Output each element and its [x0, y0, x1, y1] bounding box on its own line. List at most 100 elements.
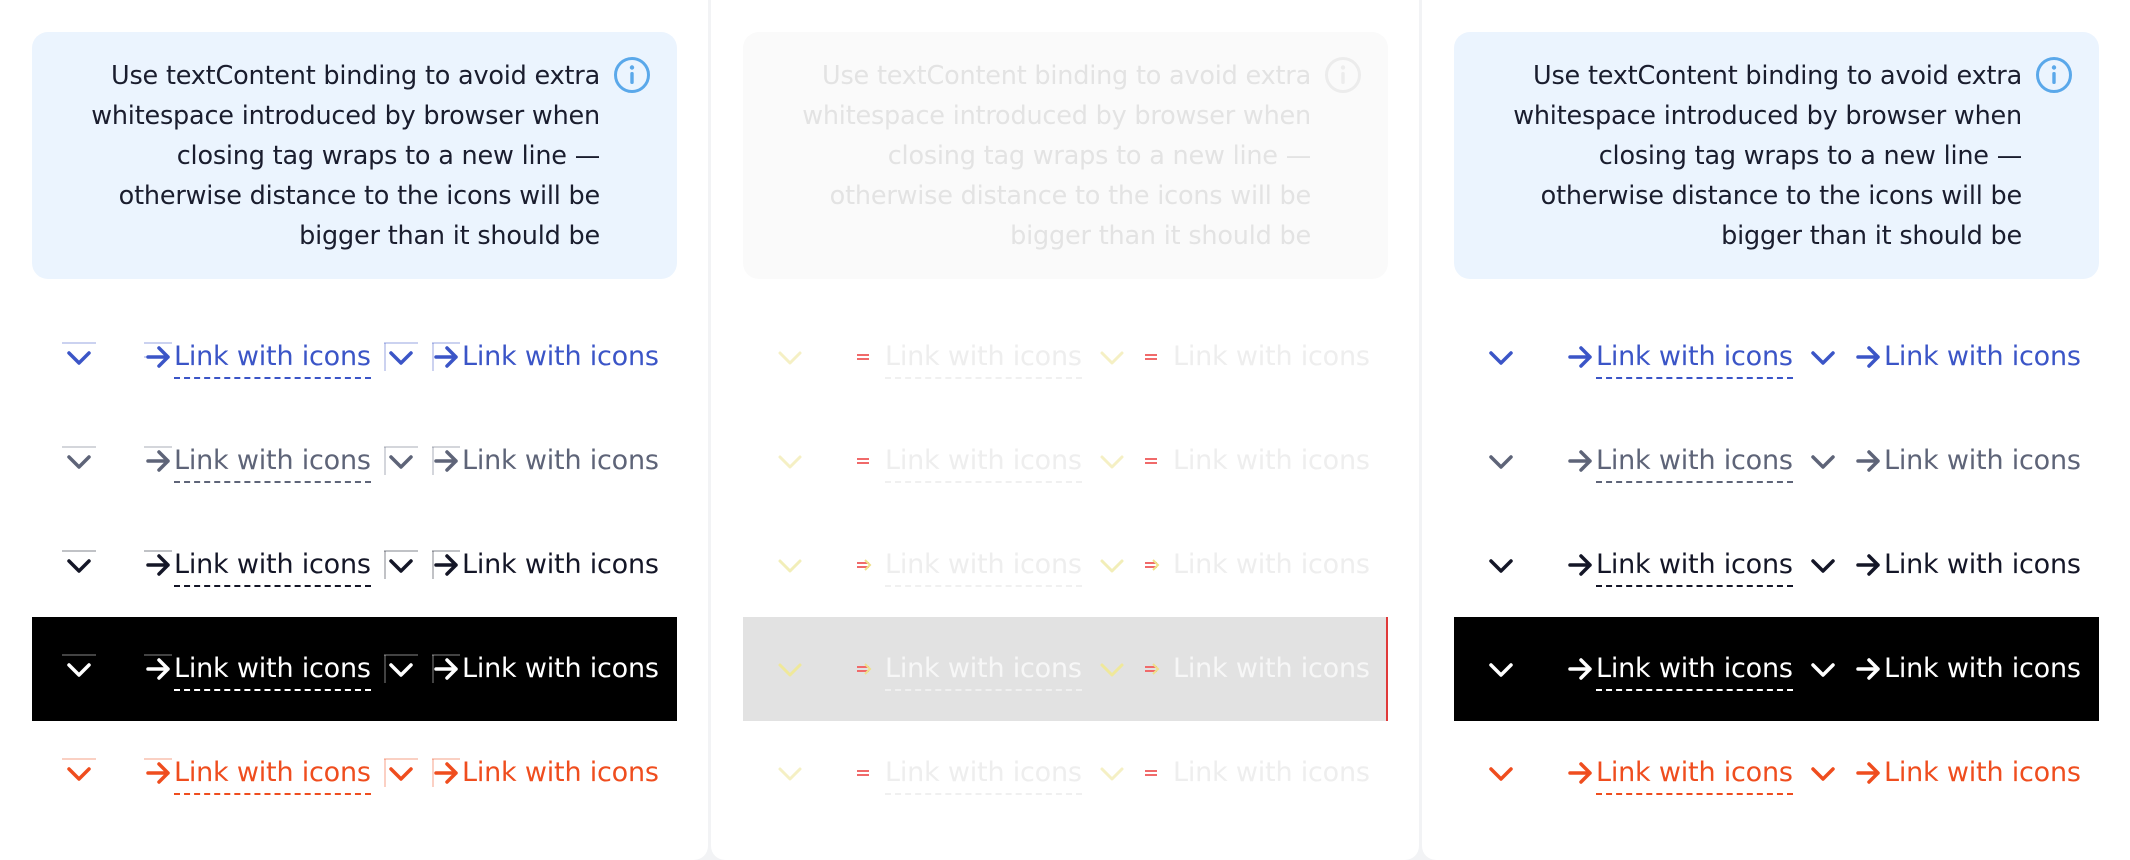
arrow-right-icon: [857, 559, 872, 571]
link-label[interactable]: Link with icons: [462, 543, 659, 587]
link-row-inverted: Link with icons Link with icons: [1454, 617, 2099, 721]
notice-text: Use textContent binding to avoid extra w…: [1513, 61, 2022, 251]
panel-3: Use textContent binding to avoid extra w…: [1422, 0, 2130, 860]
chevron-down-icon: [1489, 767, 1513, 781]
chevron-down-icon: [1489, 663, 1513, 677]
link-label[interactable]: Link with icons: [1173, 335, 1370, 379]
link-row-faded-highlight: Link with icons Link with icons: [743, 617, 1388, 721]
link-row-faded: Link with icons Link with icons: [743, 409, 1388, 513]
chevron-down-icon: [1811, 351, 1835, 365]
chevron-down-icon: [62, 550, 96, 573]
chevron-down-icon: [778, 559, 802, 573]
link-label[interactable]: Link with icons: [174, 753, 371, 795]
link-label[interactable]: Link with icons: [1884, 543, 2081, 587]
arrow-right-icon: [1145, 354, 1157, 360]
chevron-down-icon: [1100, 663, 1124, 677]
link-label[interactable]: Link with icons: [1884, 751, 2081, 795]
chevron-down-icon: [778, 351, 802, 365]
notice-text: Use textContent binding to avoid extra w…: [802, 61, 1311, 251]
chevron-down-icon: [1489, 351, 1513, 365]
link-label[interactable]: Link with icons: [885, 441, 1082, 483]
chevron-down-icon: [62, 654, 96, 677]
link-label[interactable]: Link with icons: [1596, 545, 1793, 587]
link-label[interactable]: Link with icons: [1596, 441, 1793, 483]
arrow-right-icon: [432, 758, 460, 787]
notice-text: Use textContent binding to avoid extra w…: [91, 61, 600, 251]
chevron-down-icon: [778, 767, 802, 781]
chevron-down-icon: [1100, 351, 1124, 365]
arrow-right-icon: [1568, 554, 1592, 576]
chevron-down-icon: [384, 446, 418, 475]
link-label[interactable]: Link with icons: [174, 545, 371, 587]
arrow-right-icon: [144, 342, 172, 368]
link-label[interactable]: Link with icons: [1173, 647, 1370, 691]
arrow-right-icon: [1856, 554, 1880, 576]
link-label[interactable]: Link with icons: [1173, 439, 1370, 483]
link-label[interactable]: Link with icons: [174, 441, 371, 483]
link-label[interactable]: Link with icons: [1884, 335, 2081, 379]
arrow-right-icon: [1568, 762, 1592, 784]
arrow-right-icon: [1856, 658, 1880, 680]
arrow-right-icon: [857, 354, 869, 360]
arrow-right-icon: [144, 758, 172, 784]
chevron-down-icon: [1811, 663, 1835, 677]
chevron-down-icon: [1100, 455, 1124, 469]
chevron-down-icon: [384, 758, 418, 787]
info-icon: [1325, 57, 1361, 93]
link-label[interactable]: Link with icons: [885, 753, 1082, 795]
link-label[interactable]: Link with icons: [462, 647, 659, 691]
link-label[interactable]: Link with icons: [885, 649, 1082, 691]
link-label[interactable]: Link with icons: [1173, 543, 1370, 587]
chevron-down-icon: [1811, 767, 1835, 781]
link-label[interactable]: Link with icons: [174, 649, 371, 691]
arrow-right-icon: [1856, 346, 1880, 368]
chevron-down-icon: [1811, 559, 1835, 573]
link-row-inverted: Link with icons Link with icons: [32, 617, 677, 721]
link-label[interactable]: Link with icons: [1884, 647, 2081, 691]
chevron-down-icon: [62, 342, 96, 365]
link-row-orange: Link with icons Link with icons: [1454, 721, 2099, 825]
chevron-down-icon: [1489, 559, 1513, 573]
arrow-right-icon: [432, 550, 460, 579]
chevron-down-icon: [1489, 455, 1513, 469]
link-label[interactable]: Link with icons: [1596, 337, 1793, 379]
chevron-down-icon: [62, 446, 96, 469]
arrow-right-icon: [144, 446, 172, 472]
link-label[interactable]: Link with icons: [462, 751, 659, 795]
arrow-right-icon: [1145, 770, 1157, 776]
arrow-right-icon: [144, 550, 172, 576]
link-label[interactable]: Link with icons: [1173, 751, 1370, 795]
arrow-right-icon: [1145, 458, 1157, 464]
link-row-dark: Link with icons Link with icons: [32, 513, 677, 617]
chevron-down-icon: [384, 654, 418, 683]
arrow-right-icon: [1568, 346, 1592, 368]
arrow-right-icon: [1568, 658, 1592, 680]
panel-1: Use textContent binding to avoid extra w…: [0, 0, 708, 860]
link-label[interactable]: Link with icons: [885, 337, 1082, 379]
link-row-gray: Link with icons Link with icons: [1454, 409, 2099, 513]
arrow-right-icon: [1856, 762, 1880, 784]
chevron-down-icon: [384, 342, 418, 371]
arrow-right-icon: [1145, 663, 1160, 675]
arrow-right-icon: [144, 654, 172, 680]
link-label[interactable]: Link with icons: [1596, 753, 1793, 795]
link-row-faded: Link with icons Link with icons: [743, 721, 1388, 825]
arrow-right-icon: [432, 654, 460, 683]
link-label[interactable]: Link with icons: [1884, 439, 2081, 483]
link-label[interactable]: Link with icons: [462, 335, 659, 379]
info-icon: [2036, 57, 2072, 93]
notice-box: Use textContent binding to avoid extra w…: [1454, 32, 2099, 279]
arrow-right-icon: [857, 770, 869, 776]
chevron-down-icon: [1811, 455, 1835, 469]
notice-box: Use textContent binding to avoid extra w…: [32, 32, 677, 279]
chevron-down-icon: [1100, 767, 1124, 781]
link-label[interactable]: Link with icons: [1596, 649, 1793, 691]
arrow-right-icon: [1145, 559, 1160, 571]
link-label[interactable]: Link with icons: [174, 337, 371, 379]
arrow-right-icon: [432, 446, 460, 475]
link-label[interactable]: Link with icons: [885, 545, 1082, 587]
link-row-gray: Link with icons Link with icons: [32, 409, 677, 513]
arrow-right-icon: [1568, 450, 1592, 472]
link-row-faded: Link with icons Link with icons: [743, 513, 1388, 617]
link-label[interactable]: Link with icons: [462, 439, 659, 483]
